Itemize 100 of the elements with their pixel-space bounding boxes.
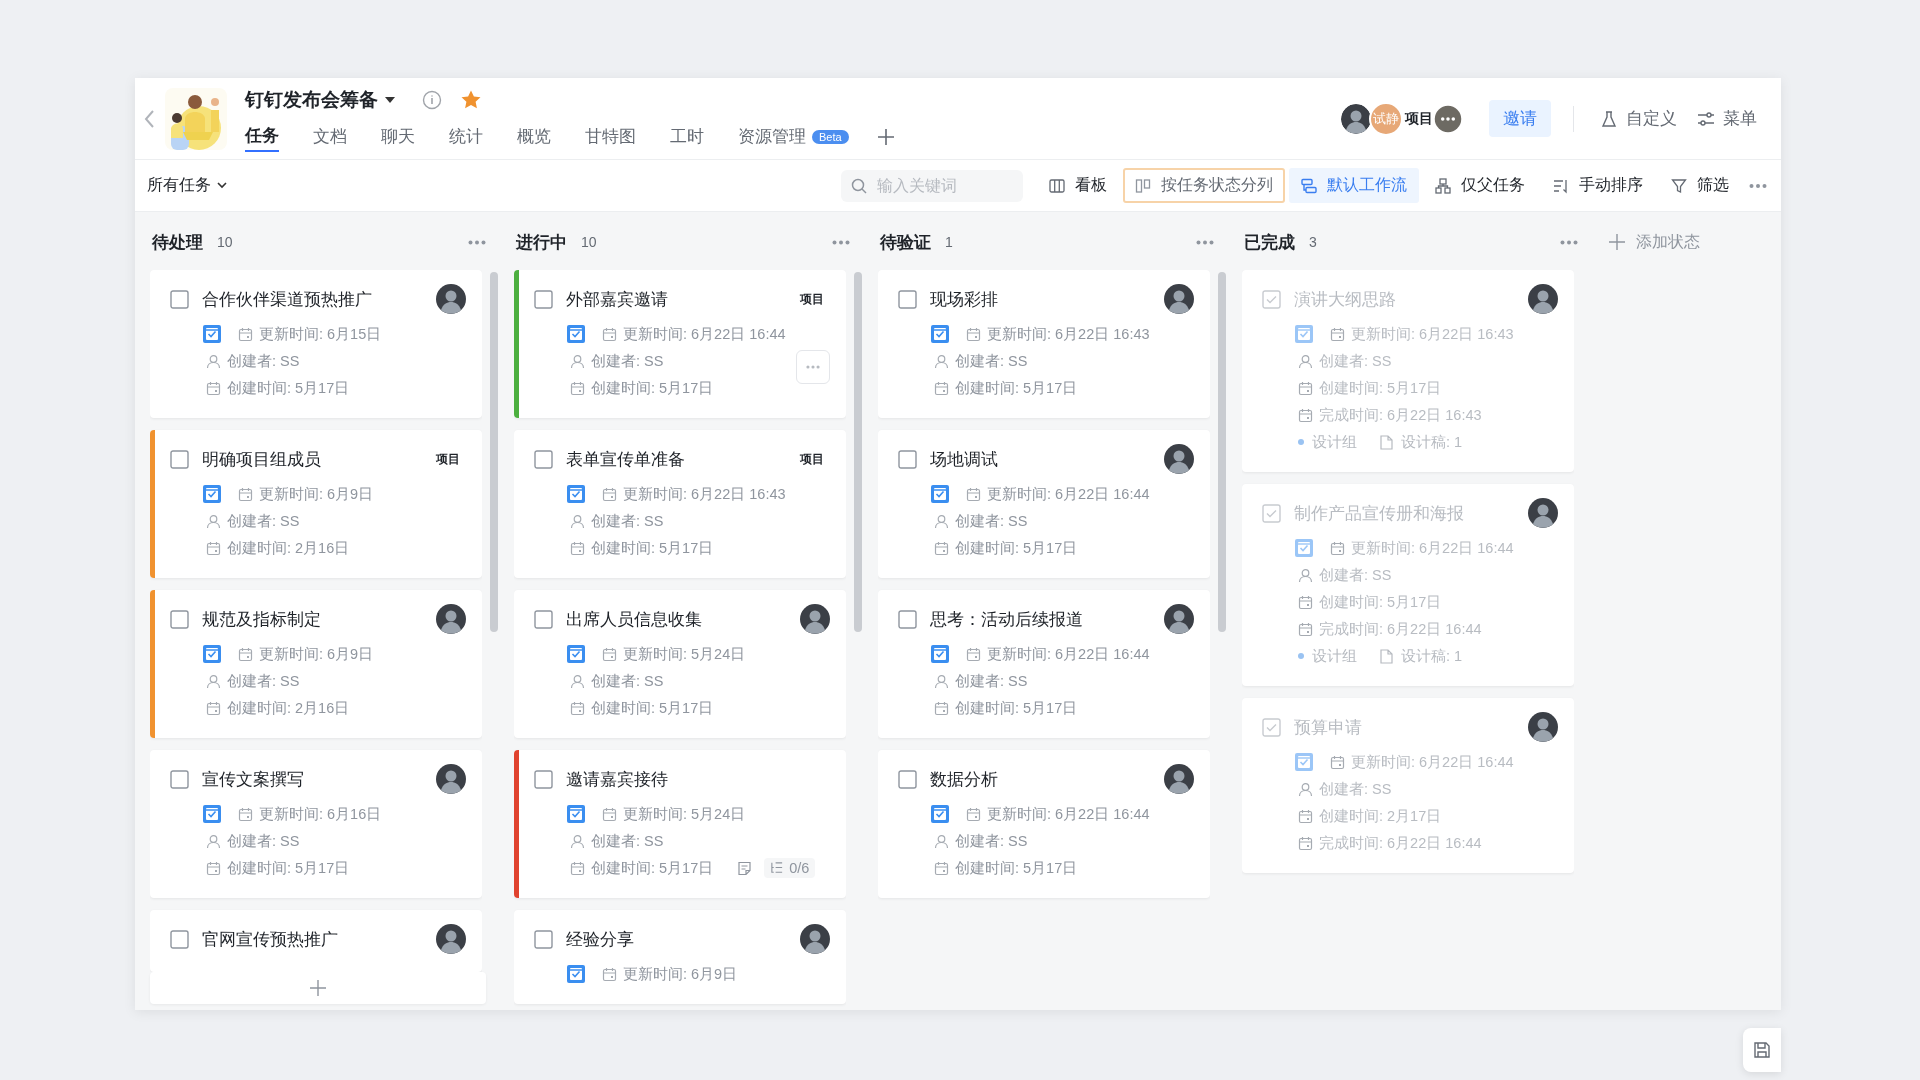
scrollbar[interactable] [1218, 272, 1226, 632]
checkbox[interactable] [898, 769, 917, 789]
task-card[interactable]: 思考：活动后续报道 更新时间: 6月22日 16:44 创建者: SS 创建时间: 5月17日 [878, 590, 1210, 738]
task-filter-dropdown[interactable]: 所有任务 [147, 171, 227, 200]
task-title: 宣传文案撰写 [202, 768, 305, 791]
more-icon[interactable] [832, 239, 850, 245]
meta-text: 完成时间: 6月22日 16:43 [1319, 405, 1482, 425]
meta-text: 更新时间: 6月22日 16:44 [987, 484, 1150, 504]
tab[interactable]: 统计 [449, 121, 483, 152]
toolbar-button[interactable]: 筛选 [1659, 168, 1741, 203]
calendar-icon [1298, 835, 1313, 851]
tab[interactable]: 概览 [517, 121, 551, 152]
file-icon [1379, 648, 1393, 664]
list-icon [770, 861, 785, 875]
tab[interactable]: 工时 [670, 121, 704, 152]
task-card[interactable]: 场地调试 更新时间: 6月22日 16:44 创建者: SS 创建时间: 5月17日 [878, 430, 1210, 578]
task-card[interactable]: 合作伙伴渠道预热推广 更新时间: 6月15日 创建者: SS 创建时间: 5月17日 [150, 270, 482, 418]
task-card[interactable]: 经验分享 更新时间: 6月9日 [514, 910, 846, 1004]
task-card[interactable]: 出席人员信息收集 更新时间: 5月24日 创建者: SS 创建时间: 5月17日 [514, 590, 846, 738]
meta-text: 更新时间: 5月24日 [623, 644, 746, 664]
column-title: 已完成 [1244, 231, 1295, 254]
tab[interactable]: 资源管理 Beta [738, 121, 849, 152]
checkbox[interactable] [170, 769, 189, 789]
tab[interactable]: 文档 [313, 121, 347, 152]
add-tab-icon[interactable] [876, 127, 895, 146]
task-card[interactable]: 宣传文案撰写 更新时间: 6月16日 创建者: SS 创建时间: 5月17日 [150, 750, 482, 898]
checkbox[interactable] [1262, 289, 1281, 309]
plus-icon [1608, 233, 1626, 251]
checkbox[interactable] [1262, 717, 1281, 737]
task-card[interactable]: 邀请嘉宾接待 更新时间: 5月24日 创建者: SS 创建时间: 5月17日 0/6 [514, 750, 846, 898]
task-card[interactable]: 数据分析 更新时间: 6月22日 16:44 创建者: SS 创建时间: 5月17日 [878, 750, 1210, 898]
project-title[interactable]: 钉钉发布会筹备 [245, 86, 378, 113]
checkbox[interactable] [170, 289, 189, 309]
tag-text: 设计稿: 1 [1401, 432, 1463, 452]
tab[interactable]: 甘特图 [585, 121, 636, 152]
more-icon[interactable] [1560, 239, 1578, 245]
task-title: 邀请嘉宾接待 [566, 768, 669, 791]
more-icon[interactable] [468, 239, 486, 245]
task-card[interactable]: 明确项目组成员 项目 更新时间: 6月9日 创建者: SS 创建时间: 2月16日 [150, 430, 482, 578]
scrollbar[interactable] [490, 272, 498, 632]
calendar-icon [602, 646, 617, 662]
member-avatar[interactable] [1339, 101, 1373, 136]
calendar-icon [570, 540, 585, 556]
checkbox[interactable] [898, 289, 917, 309]
note-icon [737, 860, 753, 876]
task-card[interactable]: 规范及指标制定 更新时间: 6月9日 创建者: SS 创建时间: 2月16日 [150, 590, 482, 738]
task-type-icon [930, 484, 950, 504]
checkbox[interactable] [534, 769, 553, 789]
column-count: 3 [1309, 234, 1317, 250]
task-title: 规范及指标制定 [202, 608, 322, 631]
toolbar-button[interactable]: 仅父任务 [1423, 168, 1537, 203]
checkbox[interactable] [534, 289, 553, 309]
meta-text: 创建时间: 5月17日 [591, 858, 714, 878]
person-icon [934, 353, 949, 369]
toolbar-button[interactable]: 看板 [1037, 168, 1119, 203]
calendar-icon [238, 326, 253, 342]
scrollbar[interactable] [854, 272, 862, 632]
invite-button[interactable]: 邀请 [1489, 100, 1551, 137]
back-icon[interactable] [143, 108, 155, 129]
checkbox[interactable] [534, 609, 553, 629]
column-count: 1 [945, 234, 953, 250]
save-button[interactable] [1743, 1028, 1781, 1072]
person-icon [206, 513, 221, 529]
customize-button[interactable]: 自定义 [1590, 101, 1687, 136]
meta-text: 更新时间: 6月22日 16:43 [1351, 324, 1514, 344]
info-icon[interactable] [422, 89, 442, 110]
more-icon[interactable] [1749, 182, 1767, 189]
checkbox[interactable] [1262, 503, 1281, 523]
more-icon[interactable] [1196, 239, 1214, 245]
caret-icon[interactable] [384, 95, 396, 104]
meta-text: 创建者: SS [1319, 779, 1392, 799]
checkbox[interactable] [898, 449, 917, 469]
meta-text: 创建时间: 5月17日 [227, 378, 350, 398]
task-card[interactable]: 表单宣传单准备 项目 更新时间: 6月22日 16:43 创建者: SS 创建时间: 5月17日 [514, 430, 846, 578]
task-type-icon [202, 324, 222, 344]
checkbox[interactable] [170, 449, 189, 469]
toolbar-button[interactable]: 默认工作流 [1289, 168, 1419, 203]
checkbox[interactable] [534, 449, 553, 469]
tab[interactable]: 任务 [245, 121, 279, 152]
calendar-icon [602, 486, 617, 502]
search-field[interactable]: 输入关键词 [841, 169, 1023, 202]
task-card[interactable]: 外部嘉宾邀请 项目 更新时间: 6月22日 16:44 创建者: SS 创建时间: 5月17日 [514, 270, 846, 418]
meta-text: 创建者: SS [955, 831, 1028, 851]
checkbox[interactable] [534, 929, 553, 949]
task-card[interactable]: 现场彩排 更新时间: 6月22日 16:43 创建者: SS 创建时间: 5月17日 [878, 270, 1210, 418]
meta-text: 更新时间: 6月22日 16:44 [987, 644, 1150, 664]
person-icon [570, 353, 585, 369]
checkbox[interactable] [898, 609, 917, 629]
checkbox[interactable] [170, 929, 189, 949]
meta-text: 创建时间: 5月17日 [1319, 592, 1442, 612]
task-card[interactable]: 官网宣传预热推广 [150, 910, 482, 972]
toolbar-button[interactable]: 按任务状态分列 [1123, 168, 1285, 203]
columns-icon [1049, 177, 1065, 194]
toolbar-button[interactable]: 手动排序 [1541, 168, 1655, 203]
dot-icon [1298, 439, 1304, 445]
menu-button[interactable]: 菜单 [1687, 101, 1767, 136]
project-label: 项目 [800, 450, 824, 468]
tab[interactable]: 聊天 [381, 121, 415, 152]
checkbox[interactable] [170, 609, 189, 629]
file-icon [1379, 434, 1393, 450]
